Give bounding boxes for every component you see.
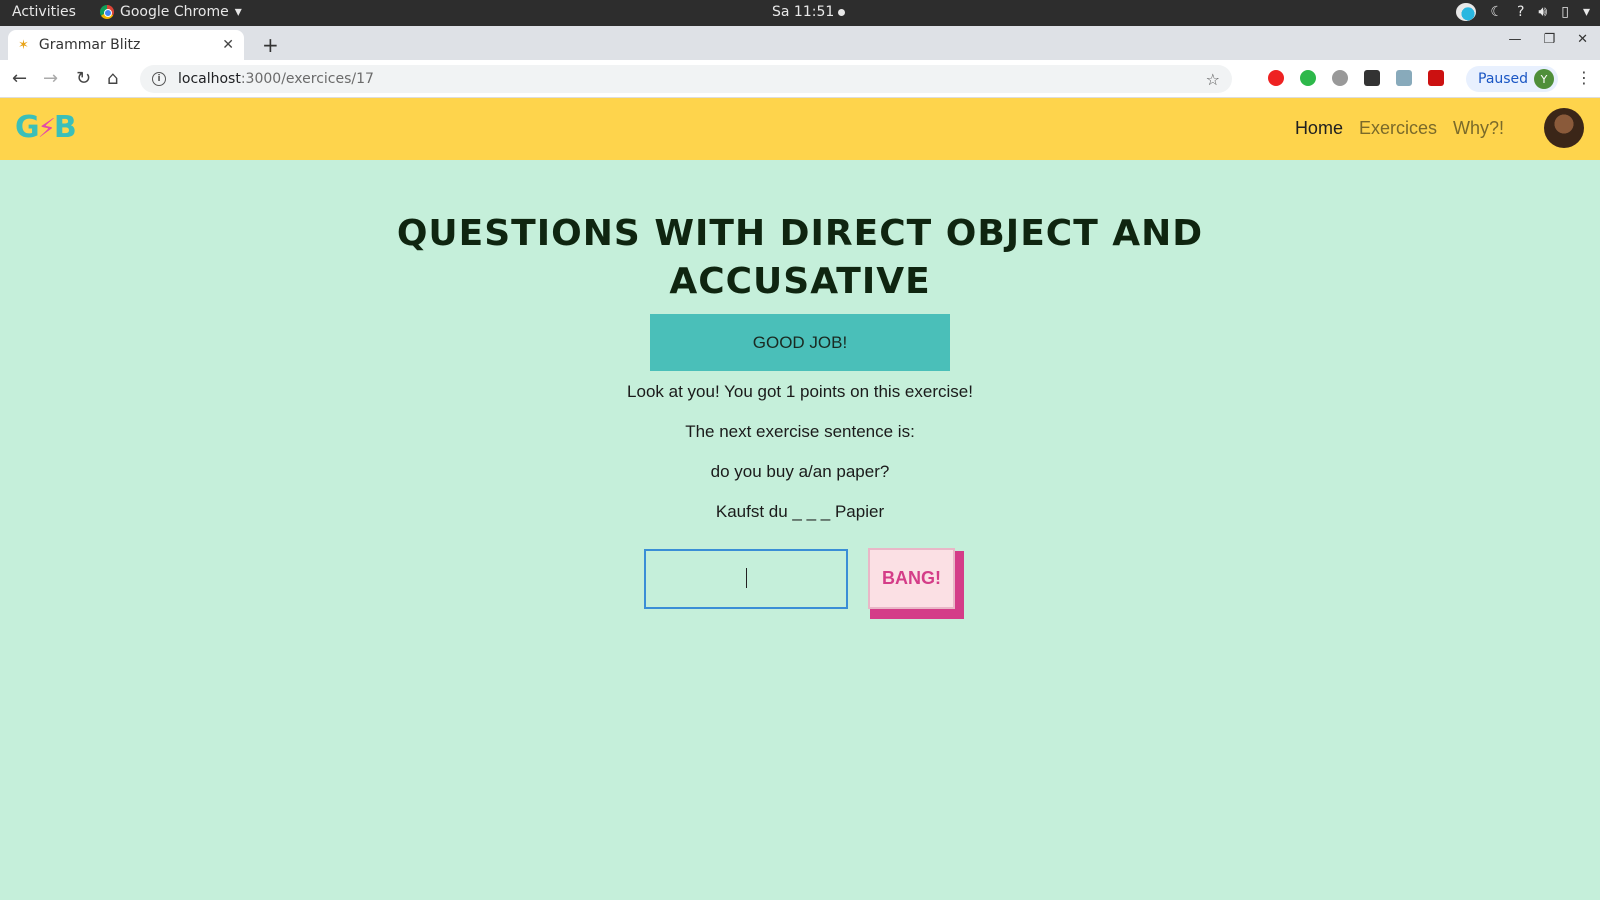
german-sentence: Kaufst du _ _ _ Papier (715, 502, 885, 521)
close-window-icon[interactable]: ✕ (1577, 32, 1588, 47)
help-icon: ? (1516, 4, 1525, 20)
site-logo[interactable]: G⚡B (15, 110, 77, 145)
logo-letter-g: G (15, 110, 40, 145)
text-caret (746, 568, 747, 588)
opera-extension-icon[interactable] (1268, 70, 1284, 86)
app-menu-label: Google Chrome (120, 4, 229, 20)
profile-button[interactable]: Paused Y (1466, 66, 1558, 92)
back-icon[interactable]: ← (12, 68, 27, 89)
url-host: localhost (178, 71, 241, 87)
english-sentence: do you buy a/an paper? (710, 462, 890, 481)
lastpass-extension-icon[interactable] (1428, 70, 1444, 86)
system-tray[interactable]: ☾ ? 🔊︎ ▯ ▾ (1456, 3, 1590, 21)
tab-strip: ✶ Grammar Blitz ✕ + — ❐ ✕ (0, 26, 1600, 60)
evernote-extension-icon[interactable] (1300, 70, 1316, 86)
weather-icon[interactable] (1456, 3, 1477, 21)
battery-icon: ▯ (1561, 4, 1569, 20)
address-bar[interactable]: i localhost:3000/exercices/17 ☆ (140, 65, 1232, 93)
eyedropper-extension-icon[interactable] (1396, 70, 1412, 86)
nav-why[interactable]: Why?! (1453, 118, 1504, 139)
activities-button[interactable]: Activities (12, 4, 76, 20)
bang-submit-button[interactable]: BANG! (868, 548, 955, 609)
restore-icon[interactable]: ❐ (1543, 32, 1555, 47)
profile-status: Paused (1478, 71, 1529, 87)
logo-letter-b: B (53, 110, 77, 145)
nav-home[interactable]: Home (1295, 118, 1343, 139)
chrome-icon (100, 5, 114, 19)
page-title: Questions with direct object and accusat… (396, 213, 1204, 302)
minimize-icon[interactable]: — (1508, 32, 1521, 47)
reload-icon[interactable]: ↻ (76, 68, 91, 89)
chevron-down-icon: ▾ (234, 4, 242, 20)
extension-icon[interactable] (1332, 70, 1348, 86)
chevron-down-icon: ▾ (1582, 4, 1590, 20)
site-info-icon[interactable]: i (152, 72, 166, 86)
app-menu[interactable]: Google Chrome ▾ (100, 4, 242, 20)
x-extension-icon[interactable] (1364, 70, 1380, 86)
browser-tab[interactable]: ✶ Grammar Blitz ✕ (8, 30, 244, 60)
notification-dot-icon (838, 8, 846, 16)
nav-exercices[interactable]: Exercices (1359, 118, 1437, 139)
clock[interactable]: Sa 11:51 (772, 4, 846, 20)
clock-label: Sa 11:51 (772, 4, 835, 20)
exercise-page: Questions with direct object and accusat… (0, 160, 1600, 900)
score-text: Look at you! You got 1 points on this ex… (627, 382, 973, 401)
profile-avatar: Y (1534, 69, 1554, 89)
system-top-bar: Activities Google Chrome ▾ Sa 11:51 ☾ ? … (0, 0, 1600, 26)
result-banner: GOOD JOB! (650, 314, 950, 371)
bookmark-star-icon[interactable]: ☆ (1206, 70, 1220, 89)
favicon-icon: ✶ (18, 37, 29, 53)
tab-title: Grammar Blitz (38, 37, 141, 53)
lightning-icon: ⚡ (37, 114, 56, 144)
next-exercise-label: The next exercise sentence is: (685, 422, 915, 441)
url-path: :3000/exercices/17 (240, 71, 374, 87)
home-icon[interactable]: ⌂ (107, 68, 118, 89)
night-light-icon: ☾ (1490, 4, 1503, 20)
close-tab-icon[interactable]: ✕ (222, 37, 234, 53)
volume-icon: 🔊︎ (1538, 4, 1548, 20)
site-header: G⚡B Home Exercices Why?! (0, 98, 1600, 160)
browser-toolbar: ← → ↻ ⌂ i localhost:3000/exercices/17 ☆ … (0, 60, 1600, 98)
site-nav: Home Exercices Why?! (1295, 118, 1504, 139)
user-avatar[interactable] (1544, 108, 1584, 148)
window-controls: — ❐ ✕ (1508, 32, 1600, 47)
new-tab-button[interactable]: + (262, 33, 279, 57)
more-menu-icon[interactable]: ⋮ (1576, 68, 1592, 87)
forward-icon[interactable]: → (43, 68, 58, 89)
